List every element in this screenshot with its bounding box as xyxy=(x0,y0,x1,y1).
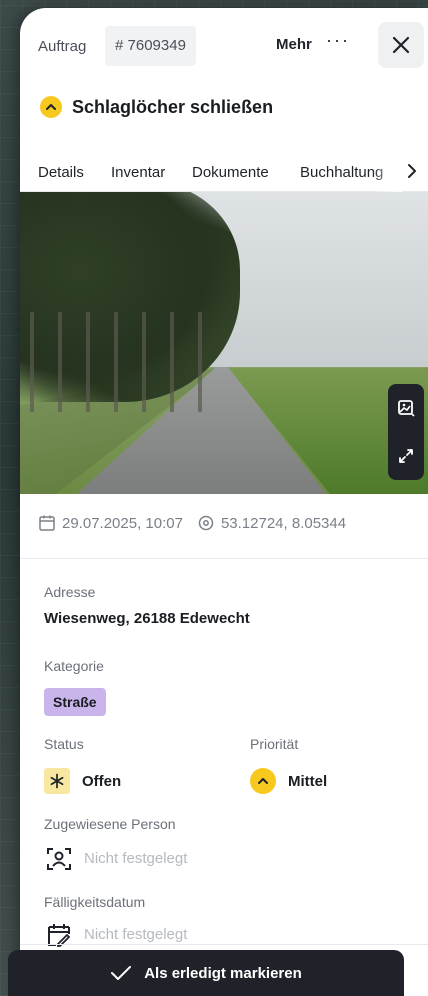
calendar-icon xyxy=(39,515,55,531)
tab-inventar[interactable]: Inventar xyxy=(111,164,165,181)
assignee-label: Zugewiesene Person xyxy=(44,816,176,832)
status-value[interactable]: Offen xyxy=(82,773,121,790)
order-id[interactable]: # 7609349 xyxy=(105,26,196,66)
chevron-up-icon xyxy=(40,96,62,118)
checkmark-icon xyxy=(111,966,132,980)
footer-divider xyxy=(20,944,428,945)
photo-trunks xyxy=(30,312,220,412)
tab-bar: Details Inventar Dokumente Buchhaltung xyxy=(20,148,428,195)
close-icon xyxy=(392,36,410,54)
order-label: Auftrag xyxy=(38,38,87,55)
image-gallery-icon[interactable] xyxy=(396,398,416,418)
mark-complete-label: Als erledigt markieren xyxy=(144,964,302,982)
status-label: Status xyxy=(44,736,84,752)
address-value: Wiesenweg, 26188 Edewecht xyxy=(44,610,250,627)
panel-header: Auftrag # 7609349 Mehr ··· xyxy=(20,8,428,78)
category-tag: Straße xyxy=(44,688,106,716)
due-date-value[interactable]: Nicht festgelegt xyxy=(84,926,187,943)
due-date-label: Fälligkeitsdatum xyxy=(44,894,146,910)
tab-dokumente[interactable]: Dokumente xyxy=(192,164,269,181)
task-photo[interactable] xyxy=(20,192,428,494)
meta-coordinates[interactable]: 53.12724, 8.05344 xyxy=(221,515,346,532)
priority-value[interactable]: Mittel xyxy=(288,773,327,790)
tab-details[interactable]: Details xyxy=(38,164,84,195)
meta-datetime: 29.07.2025, 10:07 xyxy=(62,514,183,532)
meta-row: 29.07.2025, 10:07 53.12724, 8.05344 xyxy=(38,514,346,532)
asterisk-icon xyxy=(44,768,70,794)
mark-complete-button[interactable]: Als erledigt markieren xyxy=(8,950,404,996)
task-title-row: Schlaglöcher schließen xyxy=(40,96,273,118)
task-detail-panel: Auftrag # 7609349 Mehr ··· Schlaglöcher … xyxy=(20,8,428,996)
more-button[interactable]: Mehr xyxy=(276,36,312,53)
expand-icon[interactable] xyxy=(396,446,416,466)
chevron-up-icon xyxy=(250,768,276,794)
location-pin-icon xyxy=(198,515,214,531)
chevron-right-icon[interactable] xyxy=(404,161,420,181)
tab-fade xyxy=(372,148,402,192)
ellipsis-icon[interactable]: ··· xyxy=(326,30,350,51)
close-button[interactable] xyxy=(378,22,424,68)
priority-label: Priorität xyxy=(250,736,299,752)
task-title: Schlaglöcher schließen xyxy=(72,96,274,117)
divider xyxy=(20,558,428,559)
tab-buchhaltung[interactable]: Buchhaltung xyxy=(300,164,383,181)
person-scan-icon xyxy=(47,848,71,870)
photo-controls xyxy=(388,384,424,480)
address-label: Adresse xyxy=(44,584,96,600)
assignee-value[interactable]: Nicht festgelegt xyxy=(84,850,187,867)
category-label: Kategorie xyxy=(44,658,104,674)
